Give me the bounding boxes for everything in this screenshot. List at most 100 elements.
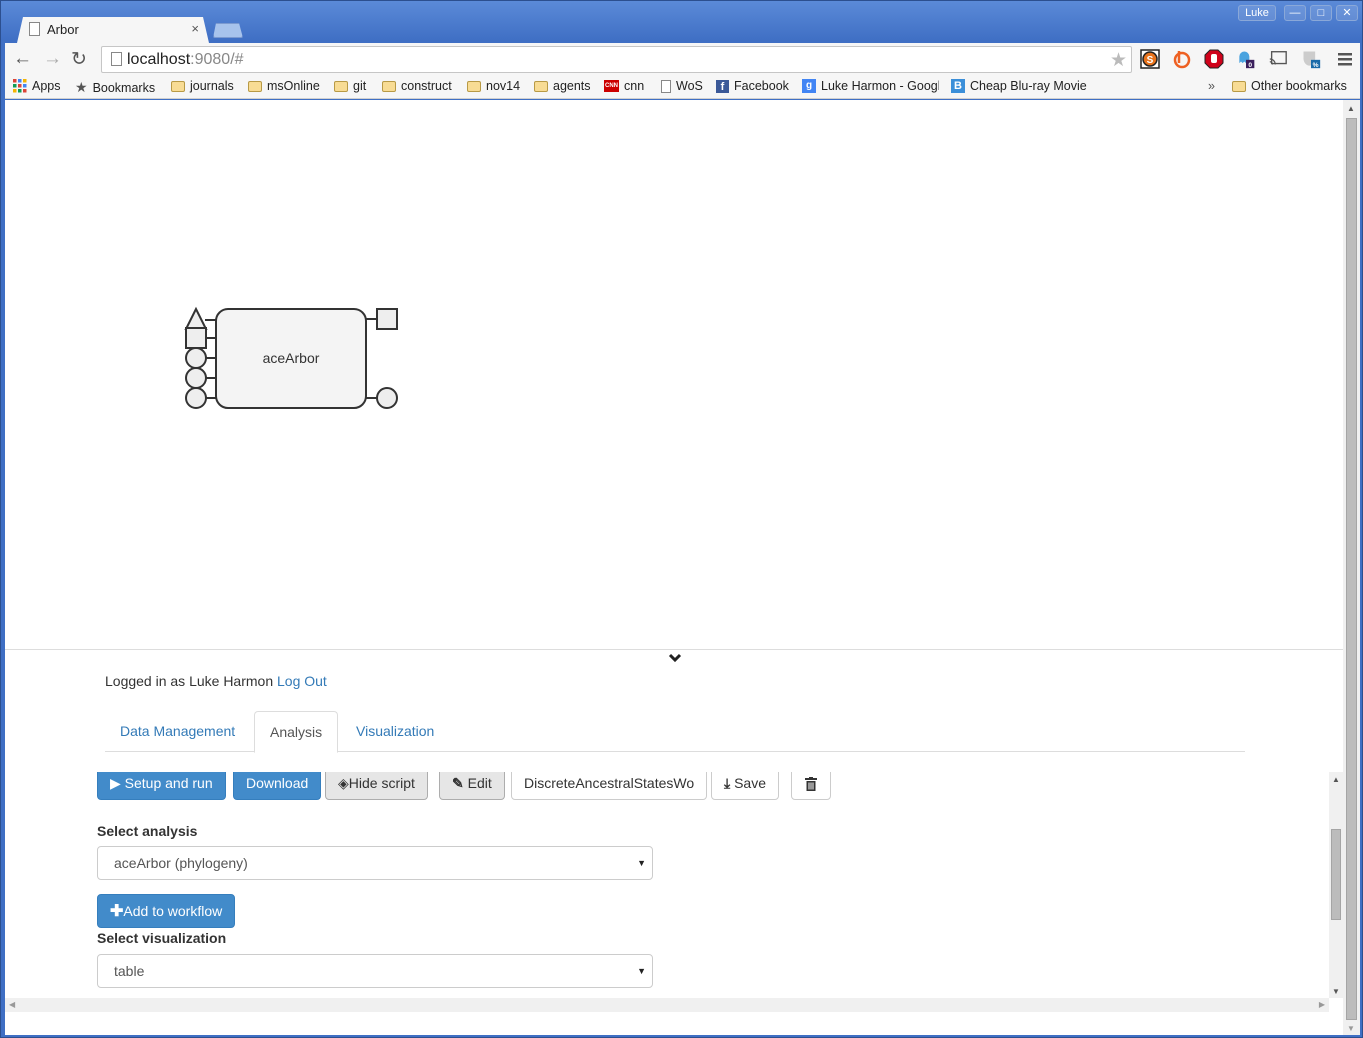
- bookmark-star-icon[interactable]: ★: [1110, 49, 1127, 72]
- workflow-name-field[interactable]: DiscreteAncestralStatesWo: [511, 772, 708, 800]
- bookmark-label: nov14: [486, 79, 521, 93]
- output-port-circle[interactable]: [376, 387, 398, 409]
- cast-icon[interactable]: [1268, 49, 1288, 69]
- delete-button[interactable]: [791, 772, 831, 800]
- edit-icon: ✎: [452, 775, 464, 791]
- scrollbar-thumb[interactable]: [1331, 829, 1341, 920]
- bitly-icon[interactable]: [1172, 49, 1192, 69]
- workflow-node[interactable]: aceArbor: [175, 300, 435, 440]
- bookmark-label: Cheap Blu-ray Movie: [970, 79, 1087, 93]
- forward-icon[interactable]: →: [43, 48, 62, 70]
- bookmark-label: WoS: [676, 79, 703, 93]
- bookmark-label: msOnline: [267, 79, 320, 93]
- page-vertical-scrollbar[interactable]: ▲ ▼: [1343, 100, 1360, 1035]
- tab-data-management[interactable]: Data Management: [105, 711, 250, 752]
- bookmark-construct[interactable]: construct: [382, 79, 452, 93]
- bookmark-agents[interactable]: agents: [534, 79, 591, 93]
- minimize-button[interactable]: —: [1284, 5, 1306, 21]
- workflow-canvas[interactable]: aceArbor: [5, 100, 1343, 650]
- menu-icon[interactable]: [1335, 49, 1355, 69]
- scroll-left-icon[interactable]: ◀: [9, 1000, 15, 1009]
- browser-tab[interactable]: Arbor ×: [17, 17, 209, 43]
- bookmark-apps[interactable]: Apps: [13, 79, 61, 93]
- bookmark-cheap-bluray[interactable]: B Cheap Blu-ray Movie: [951, 79, 1087, 93]
- panel-horizontal-scrollbar[interactable]: ◀ ▶: [5, 998, 1329, 1012]
- caret-down-icon: ▼: [637, 966, 646, 976]
- login-text: Logged in as Luke Harmon: [105, 673, 274, 689]
- apps-icon: [13, 79, 27, 93]
- button-label: Add to workflow: [123, 903, 223, 919]
- ghostery-icon[interactable]: 0: [1236, 49, 1256, 69]
- save-button[interactable]: ⤓ Save: [711, 772, 780, 800]
- url-host: localhost: [127, 51, 191, 68]
- download-button[interactable]: Download: [233, 772, 322, 800]
- bookmark-label: git: [353, 79, 367, 93]
- scroll-right-icon[interactable]: ▶: [1319, 1000, 1325, 1009]
- bookmark-luke-harmon-scholar[interactable]: g Luke Harmon - Googl: [802, 79, 939, 93]
- input-port-square[interactable]: [185, 327, 207, 349]
- address-bar[interactable]: localhost:9080/# ★: [101, 46, 1132, 73]
- logout-link[interactable]: Log Out: [277, 673, 327, 689]
- tab-analysis[interactable]: Analysis: [254, 711, 339, 753]
- scroll-down-icon[interactable]: ▼: [1332, 987, 1340, 996]
- reload-icon[interactable]: ↻: [71, 48, 87, 71]
- input-port-circle[interactable]: [185, 387, 207, 409]
- scroll-up-icon[interactable]: ▲: [1347, 104, 1355, 113]
- add-to-workflow-button[interactable]: ✚Add to workflow: [97, 894, 236, 928]
- bookmark-facebook[interactable]: f Facebook: [716, 79, 789, 93]
- select-analysis-dropdown[interactable]: aceArbor (phylogeny) ▼: [97, 846, 653, 880]
- folder-icon: [248, 80, 262, 92]
- button-label: Hide script: [348, 775, 415, 791]
- s-extension-icon[interactable]: S: [1140, 49, 1160, 69]
- bookmark-git[interactable]: git: [334, 79, 366, 93]
- folder-icon: [467, 80, 481, 92]
- eye-slash-icon: ◈: [338, 775, 349, 791]
- url-text[interactable]: localhost:9080/#: [127, 51, 244, 69]
- trash-icon: [805, 777, 817, 792]
- play-icon: ▶: [110, 775, 121, 791]
- profile-button[interactable]: Luke: [1238, 5, 1276, 21]
- maximize-button[interactable]: □: [1310, 5, 1332, 21]
- input-port-circle[interactable]: [185, 347, 207, 369]
- close-window-button[interactable]: ✕: [1336, 5, 1358, 21]
- bookmark-bookmarks[interactable]: ★ Bookmarks: [75, 79, 155, 96]
- setup-run-button[interactable]: ▶ Setup and run: [97, 772, 226, 800]
- bookmark-nov14[interactable]: nov14: [467, 79, 520, 93]
- collapse-chevron-icon[interactable]: [668, 653, 682, 663]
- bookmark-label: Other bookmarks: [1251, 79, 1347, 93]
- main-tabs: Data Management Analysis Visualization: [105, 711, 1245, 753]
- adblock-icon[interactable]: [1204, 49, 1224, 69]
- folder-icon: [171, 80, 185, 92]
- bookmarks-overflow-button[interactable]: »: [1208, 79, 1215, 93]
- bookmark-wos[interactable]: WoS: [661, 79, 703, 93]
- bookmark-label: Luke Harmon - Googl: [821, 79, 939, 93]
- scroll-down-icon[interactable]: ▼: [1347, 1024, 1355, 1033]
- bookmark-msonline[interactable]: msOnline: [248, 79, 320, 93]
- browser-window: Arbor × Luke — □ ✕ ← → ↻ localhost:9080/…: [0, 0, 1363, 1038]
- bookmark-journals[interactable]: journals: [171, 79, 234, 93]
- bookmark-label: Bookmarks: [92, 80, 156, 95]
- hide-script-button[interactable]: ◈Hide script: [325, 772, 428, 800]
- tab-visualization[interactable]: Visualization: [341, 711, 449, 752]
- panel-vertical-scrollbar[interactable]: ▲ ▼: [1329, 772, 1343, 998]
- output-port-square[interactable]: [376, 308, 398, 330]
- scroll-up-icon[interactable]: ▲: [1332, 775, 1340, 784]
- shield-icon[interactable]: %: [1301, 49, 1321, 69]
- bookmark-cnn[interactable]: CNN cnn: [604, 79, 644, 93]
- input-port-circle[interactable]: [185, 367, 207, 389]
- edit-button[interactable]: ✎ Edit: [439, 772, 505, 800]
- scrollbar-thumb[interactable]: [1346, 118, 1357, 1020]
- plus-icon: ✚: [110, 903, 124, 920]
- select-visualization-dropdown[interactable]: table ▼: [97, 954, 653, 988]
- folder-icon: [334, 80, 348, 92]
- facebook-icon: f: [716, 79, 729, 93]
- other-bookmarks[interactable]: Other bookmarks: [1232, 79, 1347, 93]
- new-tab-button[interactable]: [213, 23, 243, 38]
- button-label: Save: [734, 775, 767, 791]
- bookmarks-bar: Apps ★ Bookmarks journals msOnline git c…: [5, 75, 1360, 99]
- button-label: Edit: [467, 775, 492, 791]
- input-port-triangle[interactable]: [184, 306, 208, 330]
- back-icon[interactable]: ←: [13, 48, 32, 70]
- bookmark-label: construct: [401, 79, 452, 93]
- tab-close-icon[interactable]: ×: [191, 21, 199, 36]
